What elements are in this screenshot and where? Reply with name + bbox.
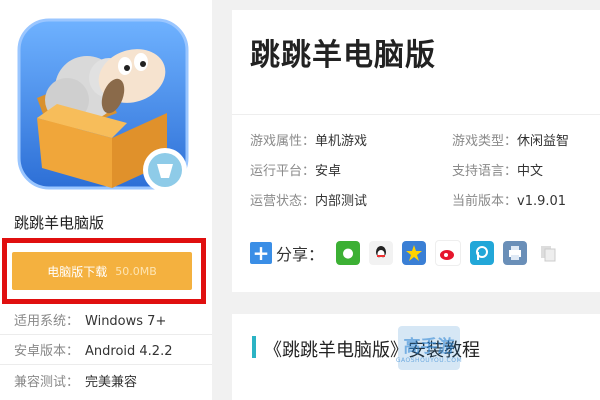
share-label: 分享： xyxy=(276,245,325,264)
attr-value: 休闲益智 xyxy=(517,134,570,149)
app-icon[interactable] xyxy=(17,18,189,200)
download-size: 50.0MB xyxy=(115,264,157,278)
attr-value: v1.9.01 xyxy=(517,194,567,209)
attr-value: 安卓 xyxy=(315,164,342,179)
attr-value: 单机游戏 xyxy=(315,134,368,149)
attr-key: 游戏属性： xyxy=(250,134,316,149)
spec-android: 安卓版本： Android 4.2.2 xyxy=(14,340,173,359)
divider xyxy=(232,114,600,115)
share-bar: + 分享： ● xyxy=(250,238,569,268)
attr-key: 运行平台： xyxy=(250,164,316,179)
spec-compat-key: 兼容测试： xyxy=(14,375,80,390)
divider xyxy=(0,364,212,365)
qzone-icon[interactable] xyxy=(402,241,427,265)
spec-compat: 兼容测试： 完美兼容 xyxy=(14,371,137,390)
attr-value: 中文 xyxy=(517,164,544,179)
attr-platform: 运行平台：安卓 xyxy=(250,160,341,179)
attr-game-property: 游戏属性：单机游戏 xyxy=(250,130,367,149)
attr-key: 游戏类型： xyxy=(452,134,518,149)
wechat-icon[interactable]: ● xyxy=(336,241,361,265)
attr-value: 内部测试 xyxy=(315,194,368,209)
spec-os: 适用系统： Windows 7+ xyxy=(14,310,166,329)
app-detail-card: 跳跳羊电脑版 游戏属性：单机游戏 游戏类型：休闲益智 运行平台：安卓 支持语言：… xyxy=(232,10,600,292)
qq-icon[interactable] xyxy=(369,241,394,265)
spec-compat-value: 完美兼容 xyxy=(85,375,138,390)
section-accent-bar xyxy=(252,336,256,358)
pc-download-button[interactable]: 电脑版下载 50.0MB xyxy=(12,252,192,290)
app-summary-panel: 跳跳羊电脑版 电脑版下载 50.0MB 适用系统： Windows 7+ 安卓版本… xyxy=(0,0,212,400)
attr-key: 支持语言： xyxy=(452,164,518,179)
spec-android-value: Android 4.2.2 xyxy=(85,344,173,359)
spec-os-key: 适用系统： xyxy=(14,314,80,329)
spec-android-key: 安卓版本： xyxy=(14,344,80,359)
attr-status: 运营状态：内部测试 xyxy=(250,190,367,209)
copy-icon[interactable] xyxy=(536,241,561,265)
site-watermark: 高手游 GAOSHOUYOU.COM xyxy=(395,326,463,370)
watermark-text: 高手游 xyxy=(403,337,455,357)
app-name-label: 跳跳羊电脑版 xyxy=(14,214,105,232)
share-plus-icon[interactable]: + xyxy=(250,242,272,264)
tencent-weibo-icon[interactable] xyxy=(470,241,495,265)
weibo-icon[interactable] xyxy=(435,240,462,266)
page-title: 跳跳羊电脑版 xyxy=(250,38,436,73)
attr-version: 当前版本：v1.9.01 xyxy=(452,190,566,209)
divider xyxy=(0,334,212,335)
download-label: 电脑版下载 xyxy=(47,264,108,279)
attr-key: 运营状态： xyxy=(250,194,316,209)
print-icon[interactable] xyxy=(503,241,528,265)
sheep-in-box-icon xyxy=(17,18,189,192)
attr-key: 当前版本： xyxy=(452,194,518,209)
attr-language: 支持语言：中文 xyxy=(452,160,543,179)
tutorial-card: 《跳跳羊电脑版》安装教程 高手游 GAOSHOUYOU.COM xyxy=(232,314,600,400)
spec-os-value: Windows 7+ xyxy=(85,314,167,329)
attr-game-type: 游戏类型：休闲益智 xyxy=(452,130,569,149)
watermark-url: GAOSHOUYOU.COM xyxy=(395,357,463,364)
